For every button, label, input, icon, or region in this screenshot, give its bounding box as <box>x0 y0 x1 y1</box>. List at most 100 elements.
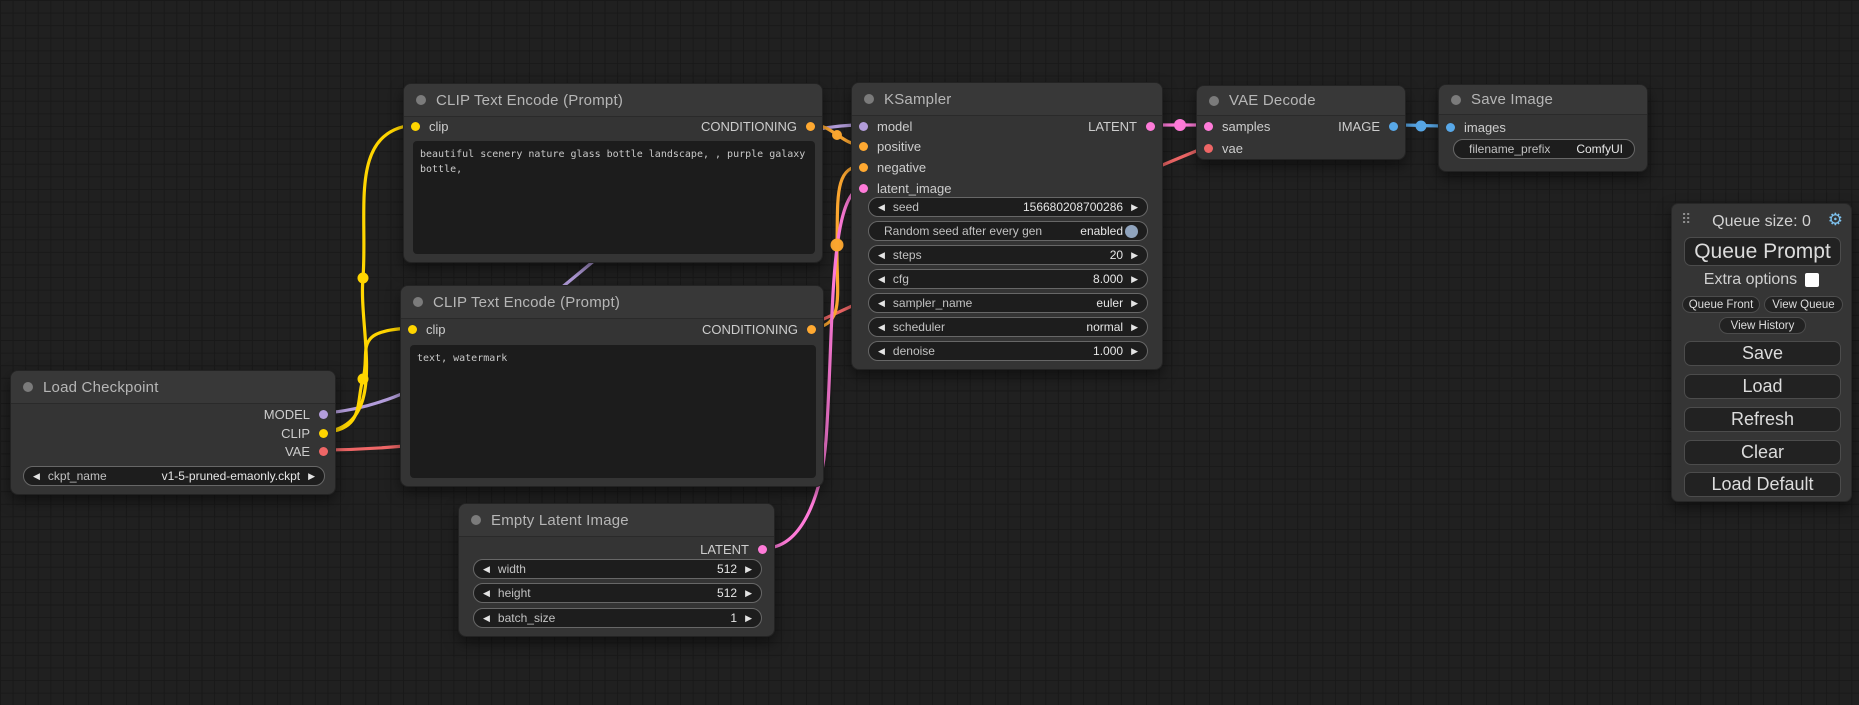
input-slot-clip[interactable]: clip <box>408 319 446 339</box>
view-queue-button[interactable]: View Queue <box>1764 296 1843 313</box>
widget-value[interactable]: 512 <box>717 586 737 600</box>
collapse-dot-icon[interactable] <box>471 515 481 525</box>
input-slot-vae[interactable]: vae <box>1204 138 1243 158</box>
random-seed-toggle-widget[interactable]: Random seed after every gen enabled <box>868 221 1148 241</box>
latent-port-icon[interactable] <box>1204 122 1213 131</box>
node-graph-canvas[interactable]: Load Checkpoint MODEL CLIP VAE ◀ ckpt_na… <box>0 0 1859 705</box>
widget-value[interactable]: enabled <box>1080 224 1123 238</box>
width-widget[interactable]: ◀ width 512 ▶ <box>473 559 762 579</box>
input-slot-negative[interactable]: negative <box>859 157 926 177</box>
widget-value[interactable]: 20 <box>1110 248 1123 262</box>
model-port-icon[interactable] <box>319 410 328 419</box>
extra-options-checkbox[interactable] <box>1805 273 1819 287</box>
node-ksampler[interactable]: KSampler model positive negative latent_… <box>851 82 1163 370</box>
node-header[interactable]: KSampler <box>852 83 1162 116</box>
node-header[interactable]: CLIP Text Encode (Prompt) <box>404 84 822 117</box>
step-right-icon[interactable]: ▶ <box>1131 203 1138 212</box>
widget-value[interactable]: 156680208700286 <box>1023 200 1123 214</box>
scheduler-widget[interactable]: ◀ scheduler normal ▶ <box>868 317 1148 337</box>
model-port-icon[interactable] <box>859 122 868 131</box>
batch-size-widget[interactable]: ◀ batch_size 1 ▶ <box>473 608 762 628</box>
ckpt-name-widget[interactable]: ◀ ckpt_name v1-5-pruned-emaonly.ckpt ▶ <box>23 466 325 486</box>
step-left-icon[interactable]: ◀ <box>878 203 885 212</box>
node-clip-text-encode-negative[interactable]: CLIP Text Encode (Prompt) clip CONDITION… <box>400 285 824 487</box>
step-left-icon[interactable]: ◀ <box>878 299 885 308</box>
step-right-icon[interactable]: ▶ <box>1131 251 1138 260</box>
step-left-icon[interactable]: ◀ <box>33 472 40 481</box>
latent-port-icon[interactable] <box>758 545 767 554</box>
collapse-dot-icon[interactable] <box>1451 95 1461 105</box>
conditioning-port-icon[interactable] <box>807 325 816 334</box>
step-left-icon[interactable]: ◀ <box>878 275 885 284</box>
step-left-icon[interactable]: ◀ <box>483 614 490 623</box>
widget-value[interactable]: v1-5-pruned-emaonly.ckpt <box>162 469 301 483</box>
node-clip-text-encode-positive[interactable]: CLIP Text Encode (Prompt) clip CONDITION… <box>403 83 823 263</box>
view-history-button[interactable]: View History <box>1719 317 1806 334</box>
clip-port-icon[interactable] <box>408 325 417 334</box>
seed-widget[interactable]: ◀ seed 156680208700286 ▶ <box>868 197 1148 217</box>
node-header[interactable]: Empty Latent Image <box>459 504 774 537</box>
settings-gear-icon[interactable]: ⚙ <box>1828 211 1843 228</box>
output-slot-model[interactable]: MODEL <box>264 404 328 424</box>
widget-value[interactable]: ComfyUI <box>1576 142 1623 156</box>
widget-value[interactable]: 1.000 <box>1093 344 1123 358</box>
conditioning-port-icon[interactable] <box>806 122 815 131</box>
filename-prefix-widget[interactable]: filename_prefix ComfyUI <box>1453 139 1635 159</box>
widget-value[interactable]: 512 <box>717 562 737 576</box>
step-right-icon[interactable]: ▶ <box>745 589 752 598</box>
collapse-dot-icon[interactable] <box>416 95 426 105</box>
step-left-icon[interactable]: ◀ <box>483 565 490 574</box>
node-save-image[interactable]: Save Image images filename_prefix ComfyU… <box>1438 84 1648 172</box>
latent-port-icon[interactable] <box>859 184 868 193</box>
step-right-icon[interactable]: ▶ <box>1131 275 1138 284</box>
output-slot-image[interactable]: IMAGE <box>1338 116 1398 136</box>
image-port-icon[interactable] <box>1446 123 1455 132</box>
input-slot-samples[interactable]: samples <box>1204 116 1270 136</box>
save-button[interactable]: Save <box>1684 341 1841 366</box>
step-right-icon[interactable]: ▶ <box>1131 299 1138 308</box>
collapse-dot-icon[interactable] <box>864 94 874 104</box>
output-slot-conditioning[interactable]: CONDITIONING <box>702 319 816 339</box>
node-header[interactable]: Load Checkpoint <box>11 371 335 404</box>
collapse-dot-icon[interactable] <box>23 382 33 392</box>
output-slot-conditioning[interactable]: CONDITIONING <box>701 116 815 136</box>
image-port-icon[interactable] <box>1389 122 1398 131</box>
step-right-icon[interactable]: ▶ <box>745 565 752 574</box>
clear-button[interactable]: Clear <box>1684 440 1841 465</box>
output-slot-latent[interactable]: LATENT <box>700 539 767 559</box>
input-slot-images[interactable]: images <box>1446 117 1506 137</box>
steps-widget[interactable]: ◀ steps 20 ▶ <box>868 245 1148 265</box>
step-left-icon[interactable]: ◀ <box>878 251 885 260</box>
node-empty-latent-image[interactable]: Empty Latent Image LATENT ◀ width 512 ▶ … <box>458 503 775 637</box>
step-right-icon[interactable]: ▶ <box>1131 347 1138 356</box>
step-left-icon[interactable]: ◀ <box>878 347 885 356</box>
toggle-knob-icon[interactable] <box>1125 225 1138 238</box>
step-left-icon[interactable]: ◀ <box>878 323 885 332</box>
collapse-dot-icon[interactable] <box>1209 96 1219 106</box>
clip-port-icon[interactable] <box>319 429 328 438</box>
node-header[interactable]: VAE Decode <box>1197 86 1405 116</box>
widget-value[interactable]: 8.000 <box>1093 272 1123 286</box>
load-default-button[interactable]: Load Default <box>1684 472 1841 497</box>
denoise-widget[interactable]: ◀ denoise 1.000 ▶ <box>868 341 1148 361</box>
node-load-checkpoint[interactable]: Load Checkpoint MODEL CLIP VAE ◀ ckpt_na… <box>10 370 336 495</box>
step-right-icon[interactable]: ▶ <box>308 472 315 481</box>
vae-port-icon[interactable] <box>319 447 328 456</box>
output-slot-vae[interactable]: VAE <box>285 441 328 461</box>
positive-prompt-textarea[interactable]: beautiful scenery nature glass bottle la… <box>413 141 815 254</box>
input-slot-positive[interactable]: positive <box>859 136 921 156</box>
step-right-icon[interactable]: ▶ <box>745 614 752 623</box>
negative-prompt-textarea[interactable]: text, watermark <box>410 345 816 478</box>
height-widget[interactable]: ◀ height 512 ▶ <box>473 583 762 603</box>
refresh-button[interactable]: Refresh <box>1684 407 1841 432</box>
input-slot-clip[interactable]: clip <box>411 116 449 136</box>
vae-port-icon[interactable] <box>1204 144 1213 153</box>
queue-front-button[interactable]: Queue Front <box>1682 296 1760 313</box>
node-vae-decode[interactable]: VAE Decode samples vae IMAGE <box>1196 85 1406 160</box>
queue-prompt-button[interactable]: Queue Prompt <box>1684 237 1841 266</box>
drag-handle-icon[interactable]: ⠿ <box>1681 212 1691 226</box>
node-header[interactable]: CLIP Text Encode (Prompt) <box>401 286 823 319</box>
widget-value[interactable]: normal <box>1086 320 1123 334</box>
widget-value[interactable]: euler <box>1096 296 1123 310</box>
output-slot-latent[interactable]: LATENT <box>1088 116 1155 136</box>
